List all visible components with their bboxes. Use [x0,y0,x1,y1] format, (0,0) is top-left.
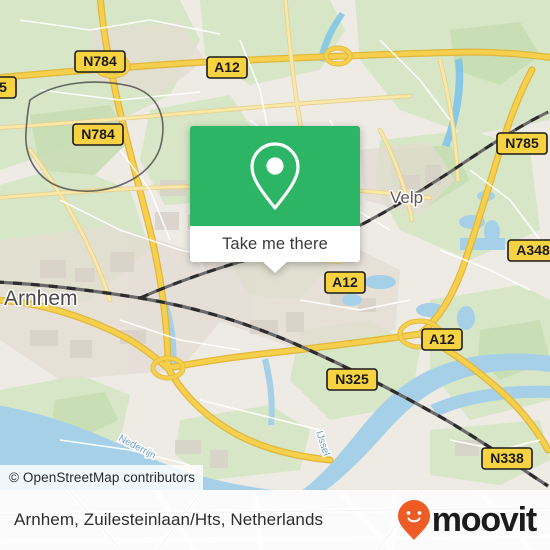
footer-bar: Arnhem, Zuilesteinlaan/Hts, Netherlands … [0,490,550,550]
svg-text:N784: N784 [81,126,115,142]
take-me-there-button[interactable]: Take me there [222,235,328,254]
moovit-smiley-pin-icon [397,500,430,540]
svg-text:N325: N325 [335,371,369,387]
osm-attribution[interactable]: © OpenStreetMap contributors [0,465,204,490]
footer-address-text: Arnhem, Zuilesteinlaan/Hts, Netherlands [14,510,324,529]
road-shield-n784-north[interactable]: N784 [74,50,126,73]
map-pin-icon [250,142,300,210]
location-popup-card[interactable]: Take me there [190,126,360,273]
svg-text:5: 5 [0,79,7,95]
svg-text:A12: A12 [214,59,240,75]
svg-text:A12: A12 [332,274,358,290]
svg-text:A12: A12 [429,331,455,347]
road-shield-a12-mid[interactable]: A12 [324,271,366,294]
road-shield-n785[interactable]: N785 [496,132,548,155]
place-label-arnhem: Arnhem [4,287,78,310]
svg-text:A348: A348 [516,242,550,258]
road-shield-n784-west[interactable]: N784 [72,123,124,146]
road-shield-n325[interactable]: N325 [326,368,378,391]
road-shield-a12-east[interactable]: A12 [421,328,463,351]
moovit-logo[interactable]: moovit [397,499,537,541]
popup-action-bar[interactable]: Take me there [190,226,360,273]
moovit-wordmark: moovit [431,501,537,539]
popup-image-area [190,126,360,226]
popup-pointer [263,262,287,273]
svg-text:N785: N785 [505,135,539,151]
road-shield-a12-north[interactable]: A12 [206,56,248,79]
road-shield-5[interactable]: 5 [0,76,17,99]
svg-text:N784: N784 [83,53,117,69]
road-shield-a348[interactable]: A348 [507,239,550,262]
map-page: Arnhem Velp Nederrijn IJssel 5 N784 A12 … [0,0,550,550]
place-label-velp: Velp [390,188,423,207]
road-shield-n338[interactable]: N338 [481,447,533,470]
svg-text:N338: N338 [490,450,524,466]
